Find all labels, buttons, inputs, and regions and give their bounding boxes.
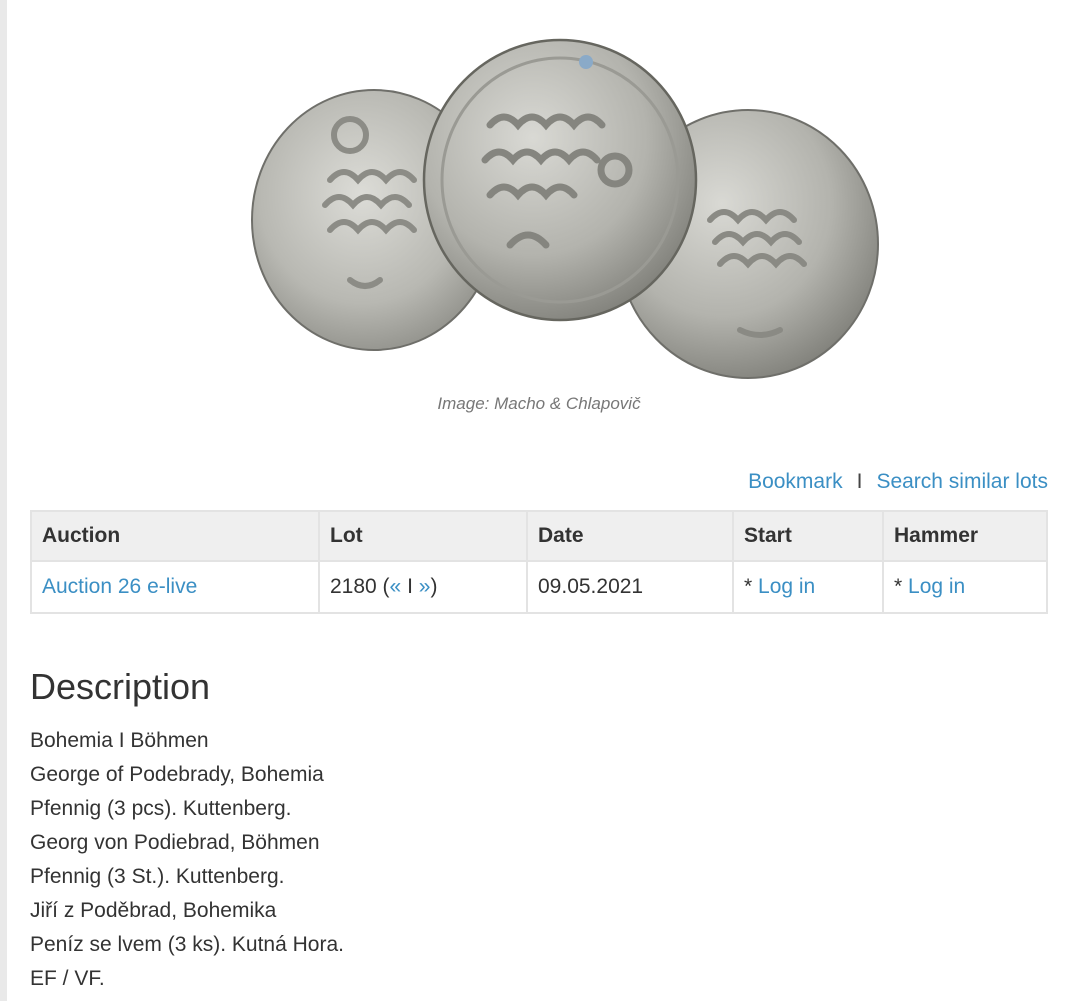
cell-start: * Log in bbox=[732, 560, 884, 614]
start-prefix: * bbox=[744, 575, 759, 598]
bookmark-link[interactable]: Bookmark bbox=[748, 470, 843, 493]
search-similar-link[interactable]: Search similar lots bbox=[876, 470, 1048, 493]
description-title: Description bbox=[30, 666, 211, 707]
description-line: Pfennig (3 pcs). Kuttenberg. bbox=[30, 797, 292, 820]
hammer-prefix: * bbox=[894, 575, 909, 598]
lot-number: 2180 bbox=[330, 575, 377, 598]
description-line: Georg von Podiebrad, Böhmen bbox=[30, 831, 320, 854]
description-line: EF / VF. bbox=[30, 967, 105, 990]
actions-separator: I bbox=[856, 470, 863, 493]
description-line: Pfennig (3 St.). Kuttenberg. bbox=[30, 865, 285, 888]
description-line: Bohemia I Böhmen bbox=[30, 729, 209, 752]
header-auction: Auction bbox=[30, 510, 320, 562]
image-caption: Image: Macho & Chlapovič bbox=[437, 394, 641, 413]
table-header-row: Auction Lot Date Start Hammer bbox=[30, 510, 1048, 562]
cell-hammer: * Log in bbox=[882, 560, 1048, 614]
lot-nav-separator: I bbox=[407, 575, 413, 598]
description-line: Peníz se lvem (3 ks). Kutná Hora. bbox=[30, 933, 344, 956]
next-lot-link[interactable]: » bbox=[419, 575, 431, 598]
description-line: George of Podebrady, Bohemia bbox=[30, 763, 324, 786]
coins-illustration bbox=[251, 38, 879, 379]
auction-link[interactable]: Auction 26 e-live bbox=[42, 575, 197, 598]
coin-center bbox=[422, 38, 698, 322]
header-start: Start bbox=[732, 510, 884, 562]
start-login-link[interactable]: Log in bbox=[758, 575, 815, 598]
header-hammer: Hammer bbox=[882, 510, 1048, 562]
description-body: Bohemia I Böhmen George of Podebrady, Bo… bbox=[30, 724, 344, 996]
cell-lot: 2180 (« I ») bbox=[318, 560, 528, 614]
lot-actions: Bookmark I Search similar lots bbox=[748, 470, 1048, 494]
description-line: Jiří z Poděbrad, Bohemika bbox=[30, 899, 277, 922]
header-date: Date bbox=[526, 510, 734, 562]
header-lot: Lot bbox=[318, 510, 528, 562]
lot-info-table: Auction Lot Date Start Hammer Auction 26… bbox=[30, 510, 1048, 614]
cell-auction: Auction 26 e-live bbox=[30, 560, 320, 614]
hammer-login-link[interactable]: Log in bbox=[908, 575, 965, 598]
table-row: Auction 26 e-live 2180 (« I ») 09.05.202… bbox=[30, 560, 1048, 614]
cell-date: 09.05.2021 bbox=[526, 560, 734, 614]
left-rail bbox=[0, 0, 7, 1001]
previous-lot-link[interactable]: « bbox=[390, 575, 402, 598]
coin-image[interactable] bbox=[220, 30, 900, 390]
